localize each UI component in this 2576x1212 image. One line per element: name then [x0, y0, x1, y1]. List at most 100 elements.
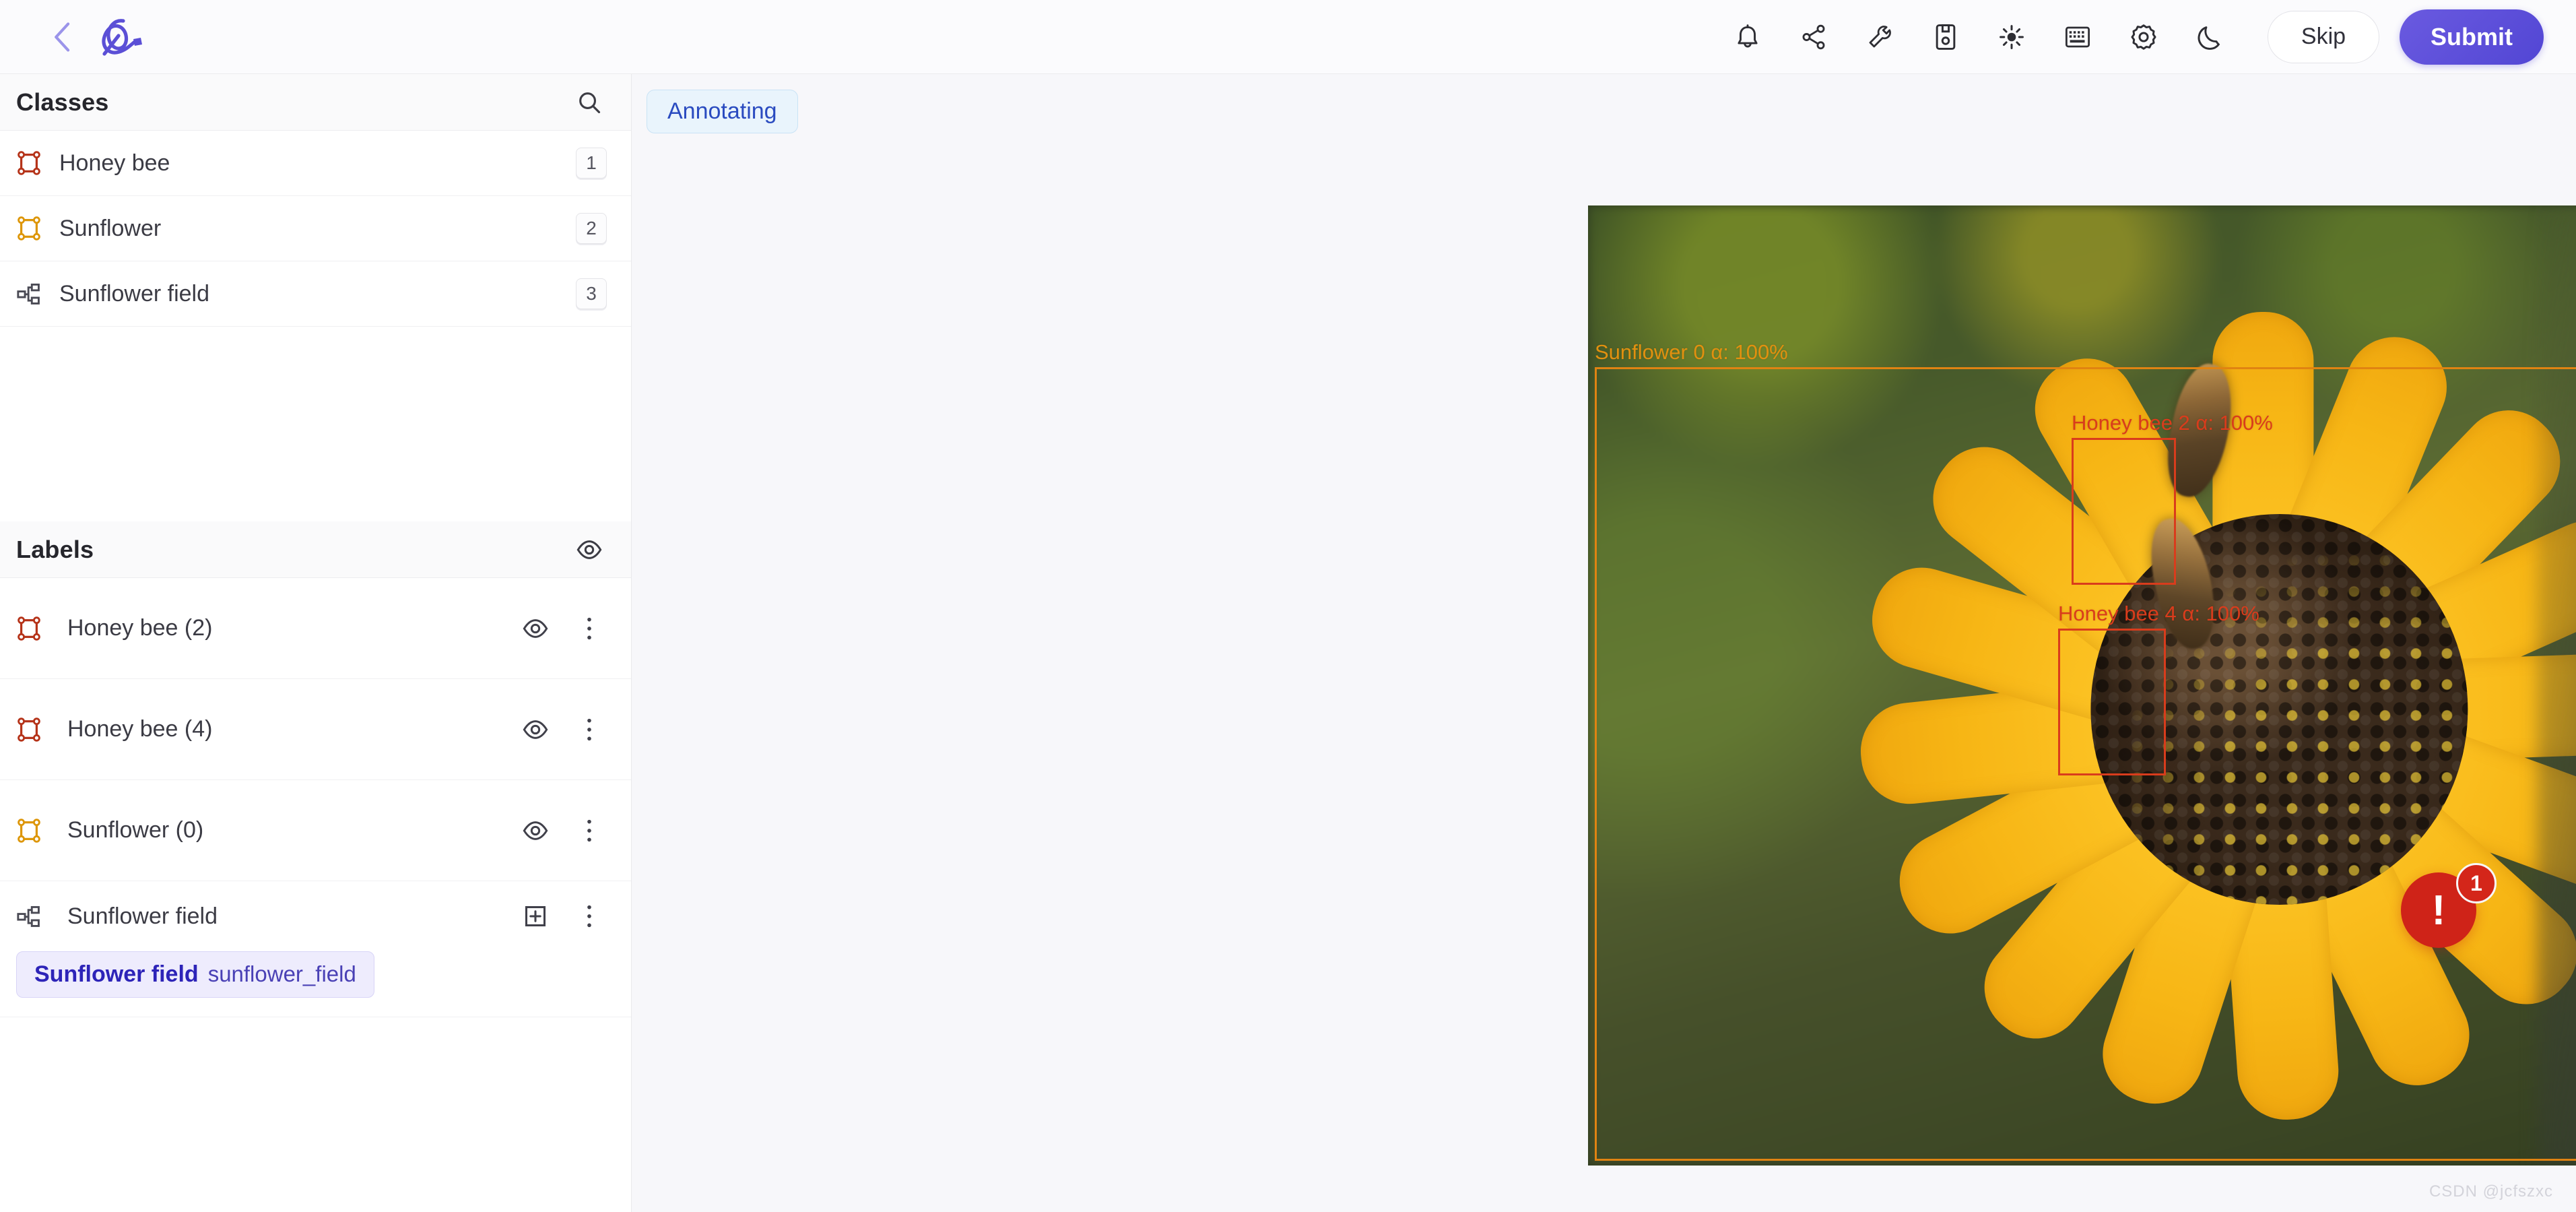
share-icon: [1799, 22, 1828, 52]
label-add-button[interactable]: [518, 899, 553, 934]
region-chip-container: Sunflower field sunflower_field: [0, 951, 631, 1017]
share-button[interactable]: [1792, 15, 1835, 59]
eye-icon: [576, 540, 603, 560]
class-row-sunflower-field[interactable]: Sunflower field 3: [0, 261, 631, 327]
annotation-tag-honey-bee-2: Honey bee 2 α: 100%: [2072, 411, 2273, 435]
gear-icon: [2129, 22, 2158, 52]
tools-button[interactable]: [1858, 15, 1901, 59]
brightness-icon: [1997, 23, 2026, 51]
label-visibility-button[interactable]: [518, 813, 553, 848]
dark-mode-button[interactable]: [2188, 15, 2231, 59]
label-menu-button[interactable]: [572, 899, 607, 934]
app-logo-icon[interactable]: [85, 13, 152, 61]
save-button[interactable]: [1924, 15, 1967, 59]
bbox-icon: [16, 150, 51, 176]
alert-fab-container: ! 1: [2401, 863, 2497, 961]
skip-button[interactable]: Skip: [2268, 10, 2379, 63]
region-chip-value: sunflower_field: [207, 961, 356, 986]
exclamation-icon: !: [2431, 887, 2446, 934]
kebab-menu-icon: [585, 903, 594, 930]
label-actions: [518, 611, 607, 646]
brightness-button[interactable]: [1990, 15, 2033, 59]
wrench-icon: [1865, 22, 1894, 52]
eye-icon: [522, 821, 549, 841]
label-text: Sunflower field: [67, 903, 218, 929]
class-row-honey-bee[interactable]: Honey bee 1: [0, 131, 631, 196]
region-chip-sunflower-field[interactable]: Sunflower field sunflower_field: [16, 951, 374, 998]
class-shortcut-badge: 3: [576, 278, 607, 309]
status-badge[interactable]: Annotating: [647, 89, 798, 133]
bbox-icon: [16, 717, 53, 742]
label-visibility-button[interactable]: [518, 611, 553, 646]
watermark-text: CSDN @jcfszxc: [2429, 1182, 2553, 1201]
labels-section: Labels Honey bee (2) Honey bee (4) Sunfl…: [0, 521, 631, 1017]
plus-box-icon: [523, 904, 548, 928]
annotation-tag-sunflower-0: Sunflower 0 α: 100%: [1595, 340, 1788, 364]
labels-panel-header: Labels: [0, 521, 631, 578]
moon-icon: [2196, 22, 2223, 52]
classes-list: Honey bee 1 Sunflower 2 Sunflower field …: [0, 131, 631, 327]
status-strip: Annotating: [632, 74, 2576, 148]
annotation-app: Skip Submit Classes Honey bee 1 Sunflowe…: [0, 0, 2576, 1212]
annotation-box-honey-bee-4[interactable]: [2058, 629, 2166, 775]
label-actions: [518, 899, 607, 934]
class-shortcut-badge: 2: [576, 213, 607, 244]
label-actions: [518, 813, 607, 848]
classes-panel-header: Classes: [0, 74, 631, 131]
labels-panel-title: Labels: [16, 535, 94, 563]
main-workspace: Annotating Sunflower 0 α: 100% Honey bee…: [632, 74, 2576, 1212]
search-icon: [576, 90, 602, 115]
bbox-icon: [16, 616, 53, 641]
kebab-menu-icon: [585, 716, 594, 743]
bbox-icon: [16, 216, 51, 241]
bell-icon: [1734, 22, 1761, 52]
shortcuts-button[interactable]: [2056, 15, 2099, 59]
annotation-box-honey-bee-2[interactable]: [2072, 438, 2176, 585]
top-bar-icon-group: [1726, 15, 2231, 59]
label-text: Sunflower (0): [67, 817, 204, 843]
kebab-menu-icon: [585, 817, 594, 844]
classes-panel-title: Classes: [16, 88, 109, 116]
label-menu-button[interactable]: [572, 712, 607, 747]
sidebar-bottom-space: [0, 1017, 631, 1212]
class-label: Sunflower: [59, 215, 162, 241]
label-row[interactable]: Sunflower (0): [0, 780, 631, 881]
class-row-sunflower[interactable]: Sunflower 2: [0, 196, 631, 261]
classes-empty-space: [0, 327, 631, 521]
label-text: Honey bee (2): [67, 615, 213, 641]
image-canvas[interactable]: Sunflower 0 α: 100% Honey bee 2 α: 100% …: [1588, 205, 2576, 1166]
keyboard-icon: [2063, 24, 2092, 51]
save-icon: [1933, 22, 1958, 52]
submit-button[interactable]: Submit: [2400, 9, 2544, 65]
classes-search-button[interactable]: [572, 85, 607, 120]
class-label: Sunflower field: [59, 280, 210, 307]
label-text: Honey bee (4): [67, 716, 213, 742]
settings-button[interactable]: [2122, 15, 2165, 59]
eye-icon: [522, 618, 549, 639]
canvas-area: Sunflower 0 α: 100% Honey bee 2 α: 100% …: [632, 148, 2576, 1212]
left-sidebar: Classes Honey bee 1 Sunflower 2 Sunflowe…: [0, 74, 632, 1212]
sitemap-icon: [16, 905, 53, 928]
label-row[interactable]: Honey bee (4): [0, 679, 631, 780]
region-chip-title: Sunflower field: [34, 961, 199, 987]
labels-visibility-toggle[interactable]: [572, 532, 607, 567]
label-row[interactable]: Honey bee (2): [0, 578, 631, 679]
kebab-menu-icon: [585, 615, 594, 642]
label-menu-button[interactable]: [572, 611, 607, 646]
chevron-left-icon: [49, 20, 76, 55]
top-bar-left: [47, 13, 152, 61]
class-label: Honey bee: [59, 150, 170, 176]
eye-icon: [522, 720, 549, 740]
label-visibility-button[interactable]: [518, 712, 553, 747]
bbox-icon: [16, 818, 53, 843]
annotation-tag-honey-bee-4: Honey bee 4 α: 100%: [2058, 602, 2259, 625]
back-button[interactable]: [47, 22, 78, 53]
label-actions: [518, 712, 607, 747]
notifications-button[interactable]: [1726, 15, 1769, 59]
app-body: Classes Honey bee 1 Sunflower 2 Sunflowe…: [0, 74, 2576, 1212]
top-bar: Skip Submit: [0, 0, 2576, 74]
label-menu-button[interactable]: [572, 813, 607, 848]
sitemap-icon: [16, 282, 51, 305]
alert-count-badge: 1: [2456, 863, 2497, 903]
label-row[interactable]: Sunflower field: [0, 881, 631, 951]
